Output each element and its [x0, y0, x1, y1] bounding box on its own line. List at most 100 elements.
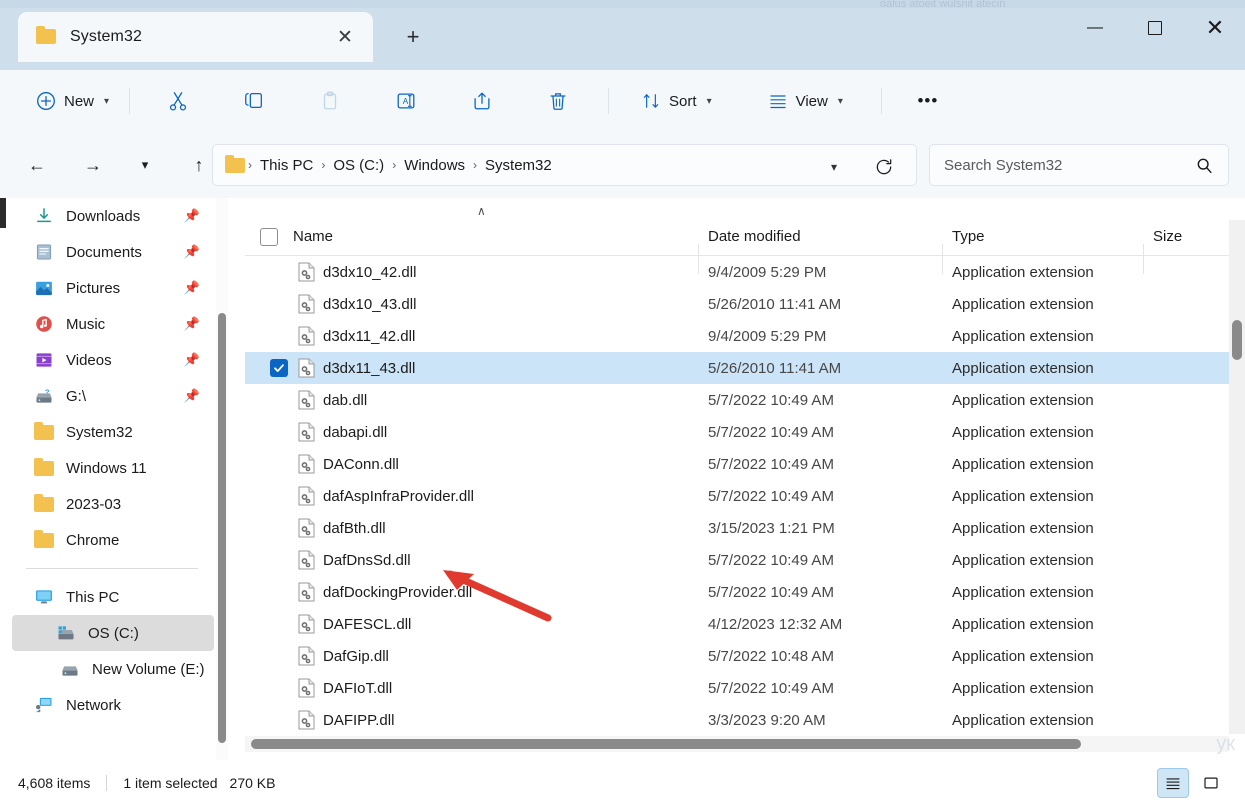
chevron-down-icon: ▾	[104, 96, 109, 107]
cut-icon[interactable]	[154, 82, 202, 120]
column-header-size[interactable]: Size	[1153, 228, 1182, 245]
dll-file-icon	[298, 358, 315, 383]
sidebar-item-g-drive[interactable]: ? G:\ 📌	[12, 378, 214, 414]
table-row[interactable]: DAFIPP.dll3/3/2023 9:20 AMApplication ex…	[245, 704, 1245, 736]
file-type: Application extension	[952, 616, 1094, 633]
view-button[interactable]: View ▾	[758, 82, 853, 120]
table-row[interactable]: DAFESCL.dll4/12/2023 12:32 AMApplication…	[245, 608, 1245, 640]
copy-icon[interactable]	[230, 82, 278, 120]
sidebar-item-os-c[interactable]: OS (C:)	[12, 615, 214, 651]
column-header-name[interactable]: Name	[293, 228, 333, 245]
breadcrumb-item-os-c[interactable]: OS (C:)	[328, 155, 389, 176]
title-bar: oalus atoeit wulsnit atecin System32 ✕ +…	[0, 0, 1245, 70]
table-row[interactable]: d3dx11_43.dll5/26/2010 11:41 AMApplicati…	[245, 352, 1245, 384]
sidebar-item-2023-03[interactable]: 2023-03	[12, 486, 214, 522]
file-type: Application extension	[952, 296, 1094, 313]
table-row[interactable]: DAFIoT.dll5/7/2022 10:49 AMApplication e…	[245, 672, 1245, 704]
file-name: DAFESCL.dll	[323, 616, 411, 633]
file-type: Application extension	[952, 552, 1094, 569]
maximize-icon[interactable]	[1125, 0, 1185, 56]
pin-icon[interactable]: 📌	[184, 316, 200, 332]
select-all-checkbox[interactable]	[260, 228, 278, 246]
pin-icon[interactable]: 📌	[184, 280, 200, 296]
table-row[interactable]: dafBth.dll3/15/2023 1:21 PMApplication e…	[245, 512, 1245, 544]
back-arrow-icon[interactable]: ←	[20, 148, 54, 182]
sidebar-scrollbar[interactable]	[216, 198, 228, 760]
svg-text:A: A	[403, 97, 409, 106]
sidebar-item-new-volume-e[interactable]: New Volume (E:)	[12, 651, 214, 687]
sidebar-item-documents[interactable]: Documents 📌	[12, 234, 214, 270]
column-header-type[interactable]: Type	[952, 228, 985, 245]
pin-icon[interactable]: 📌	[184, 352, 200, 368]
table-row[interactable]: d3dx10_42.dll9/4/2009 5:29 PMApplication…	[245, 256, 1245, 288]
close-icon[interactable]: ✕	[1185, 0, 1245, 56]
new-button[interactable]: New ▾	[26, 82, 119, 120]
table-row[interactable]: dab.dll5/7/2022 10:49 AMApplication exte…	[245, 384, 1245, 416]
sidebar-item-label: This PC	[66, 589, 119, 606]
table-row[interactable]: DafDnsSd.dll5/7/2022 10:49 AMApplication…	[245, 544, 1245, 576]
new-tab-button[interactable]: +	[398, 22, 428, 52]
status-item-count: 4,608 items	[18, 775, 90, 791]
dll-file-icon	[298, 518, 315, 543]
sidebar-item-system32[interactable]: System32	[12, 414, 214, 450]
table-row[interactable]: d3dx11_42.dll9/4/2009 5:29 PMApplication…	[245, 320, 1245, 352]
minimize-icon[interactable]: —	[1065, 0, 1125, 56]
table-row[interactable]: dafDockingProvider.dll5/7/2022 10:49 AMA…	[245, 576, 1245, 608]
table-row[interactable]: d3dx10_43.dll5/26/2010 11:41 AMApplicati…	[245, 288, 1245, 320]
forward-arrow-icon[interactable]: →	[76, 148, 110, 182]
sidebar-item-label: Downloads	[66, 208, 140, 225]
delete-icon[interactable]	[534, 82, 582, 120]
details-view-icon[interactable]	[1157, 768, 1189, 798]
ellipsis-icon: •••	[917, 91, 938, 111]
chevron-down-icon: ▾	[707, 96, 712, 107]
breadcrumb[interactable]: › This PC › OS (C:) › Windows › System32…	[212, 144, 917, 186]
tab-system32[interactable]: System32 ✕	[18, 12, 373, 62]
sidebar-item-chrome[interactable]: Chrome	[12, 522, 214, 558]
file-name: dafBth.dll	[323, 520, 386, 537]
paste-icon[interactable]	[306, 82, 354, 120]
row-checkbox[interactable]	[270, 359, 288, 377]
sidebar-item-label: Network	[66, 697, 121, 714]
vertical-scrollbar-thumb[interactable]	[1232, 320, 1242, 360]
file-type: Application extension	[952, 488, 1094, 505]
search-icon[interactable]	[1195, 156, 1214, 175]
sidebar-item-downloads[interactable]: Downloads 📌	[12, 198, 214, 234]
sidebar-item-network[interactable]: Network	[12, 687, 214, 723]
table-row[interactable]: DafGip.dll5/7/2022 10:48 AMApplication e…	[245, 640, 1245, 672]
sort-button[interactable]: Sort ▾	[631, 82, 722, 120]
close-icon[interactable]: ✕	[333, 25, 357, 49]
sidebar-item-music[interactable]: Music 📌	[12, 306, 214, 342]
sidebar-item-this-pc[interactable]: This PC	[12, 579, 214, 615]
file-list-vertical-scrollbar[interactable]	[1229, 220, 1245, 734]
column-header-date-modified[interactable]: Date modified	[708, 228, 801, 245]
recent-locations-icon[interactable]: ▾	[128, 148, 162, 182]
sidebar-item-windows-11[interactable]: Windows 11	[12, 450, 214, 486]
rename-icon[interactable]: A	[382, 82, 430, 120]
pin-icon[interactable]: 📌	[184, 208, 200, 224]
sidebar-item-videos[interactable]: Videos 📌	[12, 342, 214, 378]
file-name: DafGip.dll	[323, 648, 389, 665]
pin-icon[interactable]: 📌	[184, 244, 200, 260]
breadcrumb-item-this-pc[interactable]: This PC	[255, 155, 318, 176]
sidebar-item-pictures[interactable]: Pictures 📌	[12, 270, 214, 306]
file-list-horizontal-scrollbar[interactable]	[245, 736, 1229, 752]
drive-icon	[60, 659, 80, 679]
chevron-down-icon[interactable]: ▾	[822, 157, 846, 177]
pin-icon[interactable]: 📌	[184, 388, 200, 404]
table-row[interactable]: dabapi.dll5/7/2022 10:49 AMApplication e…	[245, 416, 1245, 448]
horizontal-scrollbar-thumb[interactable]	[251, 739, 1081, 749]
file-date-modified: 3/15/2023 1:21 PM	[708, 520, 835, 537]
more-options-button[interactable]: •••	[904, 82, 952, 120]
breadcrumb-item-system32[interactable]: System32	[480, 155, 557, 176]
sidebar-scrollbar-thumb[interactable]	[218, 313, 226, 743]
table-row[interactable]: dafAspInfraProvider.dll5/7/2022 10:49 AM…	[245, 480, 1245, 512]
dll-file-icon	[298, 294, 315, 319]
search-input[interactable]	[944, 157, 1179, 174]
breadcrumb-item-windows[interactable]: Windows	[399, 155, 470, 176]
up-arrow-icon[interactable]: ↑	[182, 148, 216, 182]
large-icons-view-icon[interactable]	[1195, 768, 1227, 798]
share-icon[interactable]	[458, 82, 506, 120]
refresh-icon[interactable]	[870, 153, 898, 181]
table-row[interactable]: DAConn.dll5/7/2022 10:49 AMApplication e…	[245, 448, 1245, 480]
search-box[interactable]	[929, 144, 1229, 186]
